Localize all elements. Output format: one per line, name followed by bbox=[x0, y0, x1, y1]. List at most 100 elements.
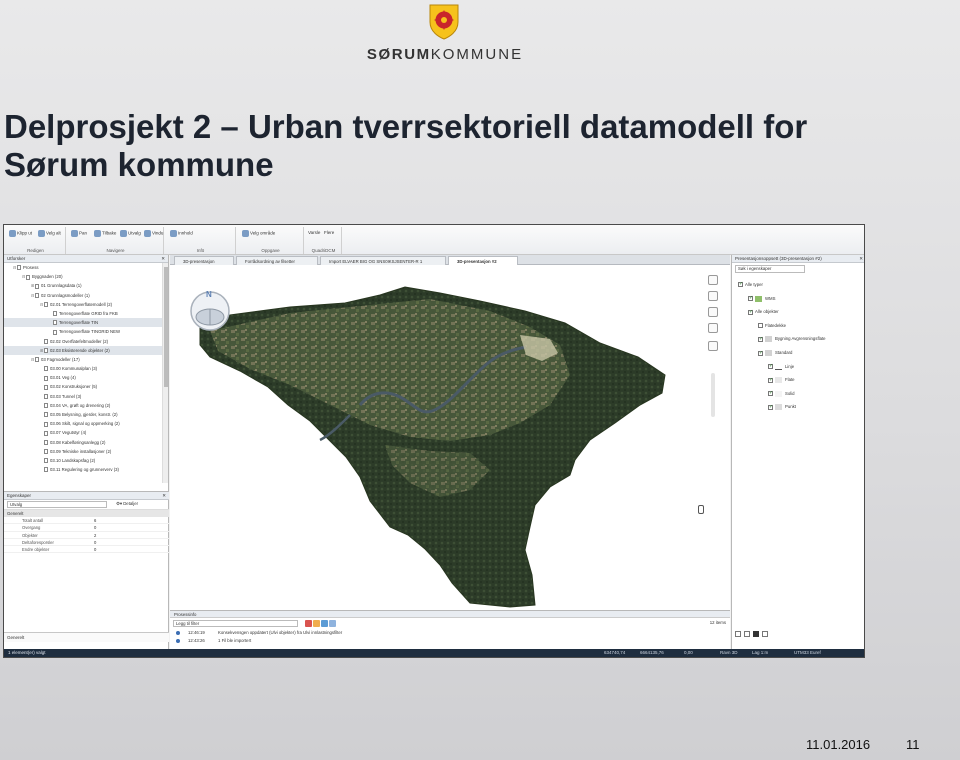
more-button[interactable]: Flere bbox=[324, 230, 334, 235]
zoom-slider[interactable] bbox=[711, 373, 715, 417]
back-button[interactable]: Tilbake bbox=[94, 230, 116, 237]
tree-item[interactable]: 03.00 Kommunalplan (3) bbox=[4, 364, 162, 373]
tree-item[interactable]: ⊟ 03 Fagmodeller (17) bbox=[4, 355, 162, 364]
layer-checkbox[interactable] bbox=[738, 281, 743, 288]
content-icon bbox=[170, 230, 177, 237]
document-icon bbox=[17, 265, 21, 271]
status-layer[interactable]: Lag 1:m bbox=[752, 649, 768, 657]
layer-checkbox[interactable] bbox=[768, 404, 773, 410]
tree-item[interactable]: 03.04 VA, grøft og drenering (2) bbox=[4, 401, 162, 410]
compass-widget[interactable]: N bbox=[188, 287, 232, 331]
layer-settings-icon[interactable] bbox=[762, 631, 768, 637]
layer-search-input[interactable]: Søk i egenskaper bbox=[735, 265, 805, 273]
properties-header: Egenskaper ✕ bbox=[4, 492, 169, 500]
hand-tool-icon[interactable] bbox=[708, 291, 718, 301]
tree-item[interactable]: Terrengoverflate TINGRID NEW bbox=[4, 327, 162, 336]
info-filter-icon[interactable] bbox=[321, 620, 328, 627]
rotate-tool-icon[interactable] bbox=[708, 307, 718, 317]
status-view-mode[interactable]: Ravn 3D bbox=[720, 649, 738, 657]
property-row[interactable]: Deltaforesporsler 0 bbox=[4, 539, 169, 547]
warning-filter-icon[interactable] bbox=[313, 620, 320, 627]
layer-checkbox[interactable] bbox=[748, 295, 753, 302]
tree-item[interactable]: ⊞ 01 Grunnlagsdata (1) bbox=[4, 281, 162, 290]
add-layer-icon[interactable] bbox=[735, 631, 741, 637]
layer-item[interactable]: Flate bbox=[768, 377, 795, 384]
tree-item[interactable]: 03.03 Tunnel (3) bbox=[4, 392, 162, 401]
layer-checkbox[interactable] bbox=[758, 323, 763, 329]
process-info-header: Prosessinfo bbox=[170, 611, 730, 618]
tab-import[interactable]: Import ELVAER BIG OG SNS0IKSJSENTER-R 1 bbox=[320, 256, 446, 265]
tree-item[interactable]: 03.05 Belysning, gjerder, konstr. (2) bbox=[4, 410, 162, 419]
layer-checkbox[interactable] bbox=[758, 350, 763, 356]
layer-item[interactable]: Alle typer bbox=[738, 281, 763, 288]
layer-item[interactable]: Solid bbox=[768, 390, 795, 397]
explorer-scrollbar[interactable] bbox=[162, 263, 168, 483]
tree-item[interactable]: 02.02 Overflatefeltmodeller (2) bbox=[4, 337, 162, 346]
tree-item[interactable]: 03.11 Regulering og grunnerverv (3) bbox=[4, 465, 162, 474]
ribbon-group-navigate: Pan Tilbake Utvalg Vindu Navigere bbox=[68, 227, 164, 254]
close-icon[interactable]: ✕ bbox=[859, 255, 863, 263]
content-button[interactable]: Innhold bbox=[170, 230, 193, 237]
layer-style-icon bbox=[755, 295, 762, 302]
layer-color-icon[interactable] bbox=[753, 631, 759, 637]
property-row[interactable]: Overgang 0 bbox=[4, 524, 169, 532]
tab-3d-presentation[interactable]: 3D-presentasjon bbox=[174, 256, 234, 265]
coat-of-arms-icon bbox=[429, 4, 459, 40]
pan-button[interactable]: Pan bbox=[71, 230, 87, 237]
layer-checkbox[interactable] bbox=[758, 336, 763, 342]
remove-layer-icon[interactable] bbox=[744, 631, 750, 637]
close-icon[interactable]: ✕ bbox=[162, 492, 166, 500]
close-icon[interactable]: ✕ bbox=[161, 255, 165, 263]
selection-button[interactable]: Utvalg bbox=[120, 230, 141, 237]
notify-button[interactable]: Varsle bbox=[308, 230, 320, 235]
tree-item[interactable]: 03.09 Tekniske installasjoner (2) bbox=[4, 447, 162, 456]
tree-item[interactable]: 03.08 Kabelføringsanlegg (2) bbox=[4, 438, 162, 447]
scrollbar-thumb[interactable] bbox=[164, 267, 168, 387]
property-row[interactable]: Totalt antall 6 bbox=[4, 517, 169, 525]
layer-checkbox[interactable] bbox=[768, 377, 773, 383]
layer-item[interactable]: Punkt bbox=[768, 404, 796, 411]
tree-item[interactable]: 03.07 Vegutstyr (4) bbox=[4, 428, 162, 437]
status-projection[interactable]: UTM33 Euref bbox=[794, 649, 821, 657]
property-row[interactable]: Endre objekter 0 bbox=[4, 546, 169, 554]
tree-item[interactable]: Terrengoverflate TIN bbox=[4, 318, 162, 328]
tree-item[interactable]: 03.06 Skilt, signal og oppmerking (2) bbox=[4, 419, 162, 428]
window-button[interactable]: Vindu bbox=[144, 230, 163, 237]
layer-checkbox[interactable] bbox=[768, 363, 773, 370]
error-filter-icon[interactable] bbox=[305, 620, 312, 627]
properties-select[interactable]: Utvalg bbox=[7, 501, 107, 508]
property-row[interactable]: Objekter 2 bbox=[4, 532, 169, 539]
tree-item[interactable]: 03.02 Konstruksjoner (5) bbox=[4, 382, 162, 391]
orbit-tool-icon[interactable] bbox=[708, 323, 718, 333]
select-area-button[interactable]: Velg område bbox=[242, 230, 275, 237]
properties-group[interactable]: Generelt bbox=[4, 510, 169, 517]
layer-checkbox[interactable] bbox=[748, 309, 753, 315]
layer-item[interactable]: Flatedekke bbox=[758, 323, 786, 329]
document-icon bbox=[44, 403, 48, 409]
tab-3d-presentation-2[interactable]: 3D-presentasjon #2 bbox=[448, 256, 518, 265]
select-tool-icon[interactable] bbox=[708, 275, 718, 285]
tree-item[interactable]: ⊟ 02 Grunnlagsmodeller (1) bbox=[4, 291, 162, 300]
tree-item[interactable]: ⊟ Prosess bbox=[4, 263, 162, 272]
tree-item[interactable]: ⊞ 02.03 Eksisterende objekter (2) bbox=[4, 345, 162, 355]
cut-button[interactable]: Klipp ut bbox=[9, 230, 32, 237]
tree-item[interactable]: ⊟ Byggnaden (20) bbox=[4, 272, 162, 281]
tree-item[interactable]: 03.10 Landskapsfag (2) bbox=[4, 456, 162, 465]
process-filter-input[interactable]: Legg til filter bbox=[173, 620, 298, 627]
tree-item[interactable]: Terrengoverflate GRID fra FKB bbox=[4, 309, 162, 318]
layer-item[interactable]: WMS bbox=[748, 295, 776, 302]
layer-item[interactable]: Bygning Avgrensningsflate bbox=[758, 336, 826, 343]
tree-item[interactable]: 03.01 Veg (4) bbox=[4, 373, 162, 382]
layer-checkbox[interactable] bbox=[768, 390, 773, 397]
layer-item[interactable]: Alle objekter bbox=[748, 309, 779, 315]
layer-label: WMS bbox=[765, 295, 776, 301]
debug-filter-icon[interactable] bbox=[329, 620, 336, 627]
zoom-extent-icon[interactable] bbox=[708, 341, 718, 351]
layer-item[interactable]: Linje bbox=[768, 363, 794, 370]
details-button[interactable]: ⚙▾ Detaljer bbox=[116, 501, 138, 507]
layer-item[interactable]: Standard bbox=[758, 350, 792, 356]
tree-item[interactable]: ⊟ 02.01 Terrengoverflatemodell (2) bbox=[4, 300, 162, 309]
select-all-button[interactable]: Velg alt bbox=[38, 230, 61, 237]
3d-viewport[interactable]: N bbox=[170, 265, 730, 610]
tab-file-arrangement[interactable]: Forrådsordning av filsetter bbox=[236, 256, 318, 265]
